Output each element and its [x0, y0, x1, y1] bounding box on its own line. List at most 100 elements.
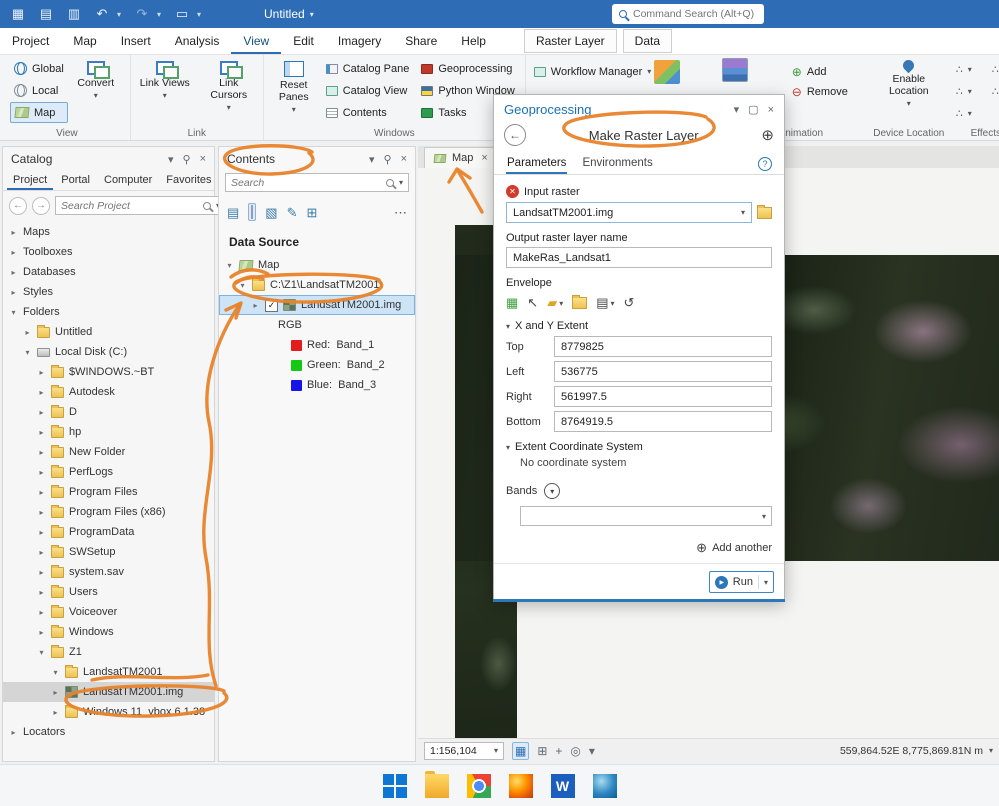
catalog-tree-item[interactable]: ▸ Program Files — [3, 482, 214, 502]
taskbar-app-button[interactable] — [549, 772, 577, 800]
layer-extent-icon[interactable]: ▰ ▾ — [547, 295, 563, 311]
project-icon[interactable]: ▦ — [8, 6, 28, 22]
catalog-tree-item[interactable]: ▾ LandsatTM2001 — [3, 662, 214, 682]
taskbar-app-button[interactable] — [381, 772, 409, 800]
ribbon-tab[interactable]: Help — [449, 28, 498, 54]
float-icon[interactable]: ▢ — [748, 103, 758, 116]
ribbon-tab[interactable]: Project — [0, 28, 61, 54]
editing-view-icon[interactable]: ✎ — [287, 206, 298, 219]
data-source-view-button[interactable] — [248, 203, 257, 221]
forward-button[interactable]: → — [32, 196, 50, 215]
catalog-tree-item[interactable]: ▸ ProgramData — [3, 522, 214, 542]
workflow-manager-button[interactable]: Workflow Manager ▾ — [530, 61, 656, 82]
windows-group-button[interactable]: Geoprocessing — [417, 58, 518, 79]
command-search[interactable] — [612, 4, 768, 24]
expand-arrow-icon[interactable]: ▾ — [225, 261, 234, 270]
expand-arrow-icon[interactable]: ▾ — [9, 308, 18, 317]
contents-search-input[interactable] — [231, 176, 381, 189]
expand-arrow-icon[interactable]: ▸ — [37, 388, 46, 397]
xy-extent-section-header[interactable]: ▾ X and Y Extent — [506, 320, 772, 332]
local-scene-button[interactable]: Local — [10, 80, 68, 101]
extent-grid-icon[interactable]: ▦ — [506, 295, 518, 311]
expand-arrow-icon[interactable]: ▸ — [37, 448, 46, 457]
animation-remove-button[interactable]: ⊖ Remove — [788, 81, 852, 102]
catalog-tree-item[interactable]: ▸ Styles — [3, 282, 214, 302]
map-view-tab[interactable]: Map × — [424, 147, 498, 168]
enable-location-button[interactable]: Enable Location ▾ — [878, 57, 940, 108]
bands-dropdown-icon[interactable]: ▾ — [544, 483, 561, 499]
command-search-input[interactable] — [633, 8, 768, 20]
expand-arrow-icon[interactable]: ▸ — [37, 468, 46, 477]
run-button[interactable]: ▶ Run ▾ — [708, 571, 774, 593]
run-options-icon[interactable]: ▾ — [764, 578, 768, 587]
grid-icon[interactable]: ⊞ — [537, 744, 547, 758]
link-cursors-button[interactable]: Link Cursors ▾ — [201, 58, 257, 112]
pane-options-icon[interactable]: ▾ — [734, 103, 740, 116]
catalog-tree-item[interactable]: ▸ Autodesk — [3, 382, 214, 402]
ribbon-tab[interactable]: Edit — [281, 28, 326, 54]
chevron-down-icon[interactable]: ▾ — [589, 744, 595, 758]
link-views-button[interactable]: Link Views ▾ — [137, 58, 193, 112]
keyboard-navigation-icon[interactable]: ▦ — [512, 741, 530, 760]
expand-arrow-icon[interactable]: ▸ — [37, 608, 46, 617]
close-icon[interactable]: × — [768, 104, 774, 116]
expand-arrow-icon[interactable]: ▸ — [9, 288, 18, 297]
close-icon[interactable]: × — [401, 153, 407, 165]
redo-icon[interactable]: ↷ — [132, 6, 152, 22]
expand-arrow-icon[interactable]: ▸ — [37, 368, 46, 377]
catalog-tree-item[interactable]: ▸ Untitled — [3, 322, 214, 342]
animation-add-button[interactable]: ⊕ Add — [788, 61, 831, 82]
catalog-tree-item[interactable]: ▸ Program Files (x86) — [3, 502, 214, 522]
open-icon[interactable]: ▥ — [64, 6, 84, 22]
input-raster-combo[interactable]: LandsatTM2001.img ▾ — [506, 202, 752, 223]
catalog-tree-item[interactable]: ▸ hp — [3, 422, 214, 442]
contents-tree-item[interactable]: ▸ ✓ LandsatTM2001.img — [219, 295, 415, 315]
extent-field-input[interactable] — [554, 361, 772, 382]
presentation-icon[interactable] — [653, 60, 680, 84]
expand-arrow-icon[interactable]: ▸ — [37, 548, 46, 557]
catalog-tree-item[interactable]: ▸ PerfLogs — [3, 462, 214, 482]
reset-icon[interactable]: ↺ — [624, 295, 635, 311]
expand-arrow-icon[interactable]: ▾ — [23, 348, 32, 357]
extent-cs-section-header[interactable]: ▾ Extent Coordinate System — [506, 441, 772, 453]
browse-folder-icon[interactable] — [757, 204, 772, 219]
catalog-tab[interactable]: Computer — [98, 171, 158, 190]
customize-dropdown-icon[interactable]: ▾ — [194, 10, 204, 19]
catalog-tree-item[interactable]: ▾ Folders — [3, 302, 214, 322]
catalog-tree-item[interactable]: ▸ SWSetup — [3, 542, 214, 562]
expand-arrow-icon[interactable]: ▸ — [23, 328, 32, 337]
ribbon-tab[interactable]: Imagery — [326, 28, 393, 54]
catalog-tree-item[interactable]: ▸ New Folder — [3, 442, 214, 462]
expand-arrow-icon[interactable]: ▸ — [37, 488, 46, 497]
extent-field-input[interactable] — [554, 411, 772, 432]
pin-icon[interactable]: ⚲ — [384, 153, 392, 166]
contextual-tab[interactable]: Data — [622, 29, 673, 53]
catalog-tree-item[interactable]: ▸ Locators — [3, 722, 214, 742]
pane-options-icon[interactable]: ▾ — [168, 153, 174, 166]
catalog-tree-item[interactable]: ▸ system.sav — [3, 562, 214, 582]
map-scale-select[interactable]: 1:156,104 ▾ — [424, 741, 504, 760]
expand-arrow-icon[interactable]: ▸ — [37, 528, 46, 537]
close-icon[interactable]: × — [200, 153, 206, 165]
contents-tree-item[interactable]: ▾ ✓ Map — [219, 255, 415, 275]
snapping-view-icon[interactable]: ⊞ — [307, 206, 318, 219]
add-another-button[interactable]: ⊕ Add another — [506, 540, 772, 556]
contents-search-box[interactable]: ▾ — [225, 173, 409, 192]
contents-tree-item[interactable]: ▾ ✓ C:\Z1\LandsatTM2001\ — [219, 275, 415, 295]
convert-button[interactable]: Convert ▾ — [68, 58, 124, 123]
taskbar-app-button[interactable] — [591, 772, 619, 800]
effects-option-button[interactable]: ∴▾ — [988, 59, 999, 80]
expand-arrow-icon[interactable]: ▸ — [9, 248, 18, 257]
geoprocessing-tab[interactable]: Environments — [581, 153, 653, 174]
windows-group-button[interactable]: Catalog View — [322, 80, 414, 101]
effects-option-button[interactable]: ∴▾ — [952, 59, 976, 80]
ribbon-tab[interactable]: Insert — [109, 28, 163, 54]
catalog-tree-item[interactable]: ▾ Z1 — [3, 642, 214, 662]
expand-arrow-icon[interactable]: ▸ — [51, 708, 60, 717]
catalog-tree-item[interactable]: ▸ $WINDOWS.~BT — [3, 362, 214, 382]
selection-view-icon[interactable]: ▧ — [265, 206, 277, 219]
catalog-tree-item[interactable]: ▸ Windows — [3, 622, 214, 642]
drawing-order-icon[interactable]: ▤ — [227, 206, 239, 219]
expand-arrow-icon[interactable]: ▸ — [37, 428, 46, 437]
save-icon[interactable]: ▤ — [36, 6, 56, 22]
